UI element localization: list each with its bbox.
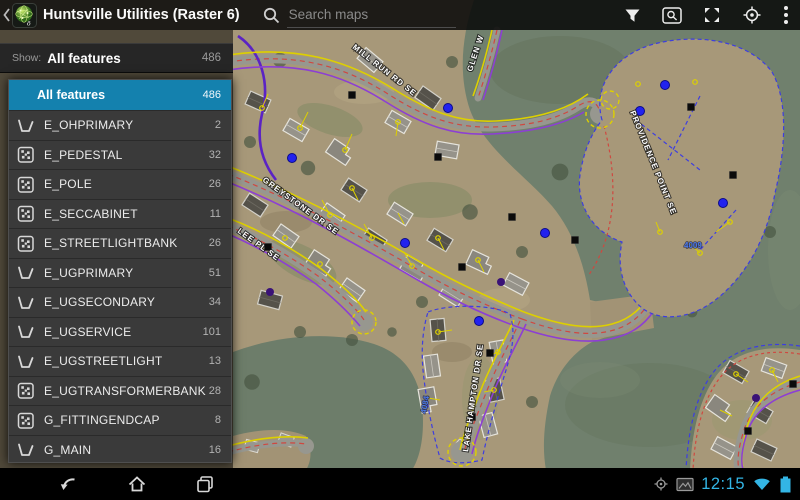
line-layer-icon [18, 266, 34, 280]
layer-filter-spinner[interactable]: Show: All features 486 [0, 43, 233, 73]
layer-row[interactable]: E_UGPRIMARY 51 [9, 257, 231, 288]
layer-label: All features [37, 88, 106, 102]
layer-count: 11 [209, 207, 221, 220]
layer-count: 13 [208, 355, 221, 368]
action-bar: ō Huntsville Utilities (Raster 6) [0, 0, 800, 30]
fullscreen-icon[interactable] [692, 0, 732, 30]
layer-row[interactable]: E_UGSERVICE 101 [9, 316, 231, 347]
page-title: Huntsville Utilities (Raster 6) [43, 7, 240, 23]
layer-row[interactable]: E_UGSECONDARY 34 [9, 287, 231, 317]
spinner-value: All features [47, 50, 121, 66]
layer-label: G_FITTINGENDCAP [44, 413, 160, 428]
search-box [262, 2, 456, 28]
layer-row[interactable]: E_STREETLIGHTBANK 26 [9, 228, 231, 258]
layer-label: E_UGSERVICE [44, 324, 132, 339]
screenshot-notification-icon [676, 477, 694, 491]
layer-label: G_MAIN [44, 442, 92, 457]
filter-icon[interactable] [612, 0, 652, 30]
svg-text:ō: ō [27, 19, 31, 27]
inspect-icon[interactable] [652, 0, 692, 30]
line-layer-icon [18, 443, 34, 457]
layer-row[interactable]: E_POLE 26 [9, 169, 231, 199]
layer-label: E_SECCABINET [44, 206, 138, 221]
layer-label: E_POLE [44, 177, 92, 192]
layer-label: E_PEDESTAL [44, 147, 123, 162]
layer-count: 28 [208, 384, 221, 397]
layer-label: E_UGPRIMARY [44, 265, 134, 280]
line-layer-icon [18, 296, 34, 309]
search-input[interactable] [286, 2, 456, 28]
layer-label: E_STREETLIGHTBANK [44, 236, 178, 251]
point-layer-icon [17, 383, 34, 399]
layer-count: 101 [202, 325, 221, 338]
search-icon [263, 7, 279, 23]
layer-row[interactable]: G_FITTINGENDCAP 8 [9, 405, 231, 435]
android-nav-bar: 12:15 [0, 468, 800, 500]
wifi-icon [754, 478, 770, 490]
layer-label: E_UGSECONDARY [44, 295, 156, 310]
home-icon[interactable] [126, 473, 148, 495]
layer-row[interactable]: E_PEDESTAL 32 [9, 139, 231, 170]
layer-label: E_UGSTREETLIGHT [44, 354, 163, 369]
spinner-count: 486 [201, 52, 221, 64]
line-layer-icon [18, 355, 34, 368]
layer-count: 486 [202, 89, 221, 101]
recent-apps-icon[interactable] [194, 473, 216, 495]
point-layer-icon [17, 176, 34, 193]
layer-count: 32 [208, 148, 221, 161]
layer-row[interactable]: E_SECCABINET 11 [9, 198, 231, 229]
point-layer-icon [17, 235, 34, 252]
point-layer-icon [17, 206, 34, 222]
layer-row[interactable]: E_UGSTREETLIGHT 13 [9, 346, 231, 376]
layer-count: 16 [208, 443, 221, 456]
layer-count: 34 [208, 296, 221, 309]
layer-dropdown: All features 486 E_OHPRIMARY 2 E_PEDESTAL… [8, 79, 232, 463]
layer-label: E_OHPRIMARY [44, 118, 134, 133]
line-layer-icon [18, 325, 34, 339]
overflow-menu-icon[interactable] [772, 0, 800, 30]
show-label: Show: [12, 52, 42, 64]
address-label: 4009 [684, 241, 702, 250]
layer-count: 2 [214, 119, 221, 132]
layer-count: 51 [208, 266, 221, 279]
point-layer-icon [17, 412, 34, 429]
back-icon[interactable] [58, 473, 80, 495]
layer-row[interactable]: G_MAIN 16 [9, 434, 231, 463]
layer-label: E_UGTRANSFORMERBANK [44, 383, 206, 398]
layer-count: 26 [208, 237, 221, 250]
battery-icon [780, 476, 791, 492]
layer-count: 26 [208, 178, 221, 191]
app-logo-icon[interactable]: ō [12, 2, 37, 28]
layer-count: 8 [214, 414, 221, 427]
layer-row[interactable]: E_OHPRIMARY 2 [9, 110, 231, 140]
line-layer-icon [18, 119, 34, 132]
layer-row-all-features[interactable]: All features 486 [9, 80, 231, 110]
clock[interactable]: 12:15 [701, 475, 745, 494]
layer-row[interactable]: E_UGTRANSFORMERBANK 28 [9, 375, 231, 406]
point-layer-icon [17, 147, 34, 163]
gps-status-icon [654, 477, 668, 491]
back-chevron-icon[interactable] [0, 0, 12, 30]
locate-icon[interactable] [732, 0, 772, 30]
